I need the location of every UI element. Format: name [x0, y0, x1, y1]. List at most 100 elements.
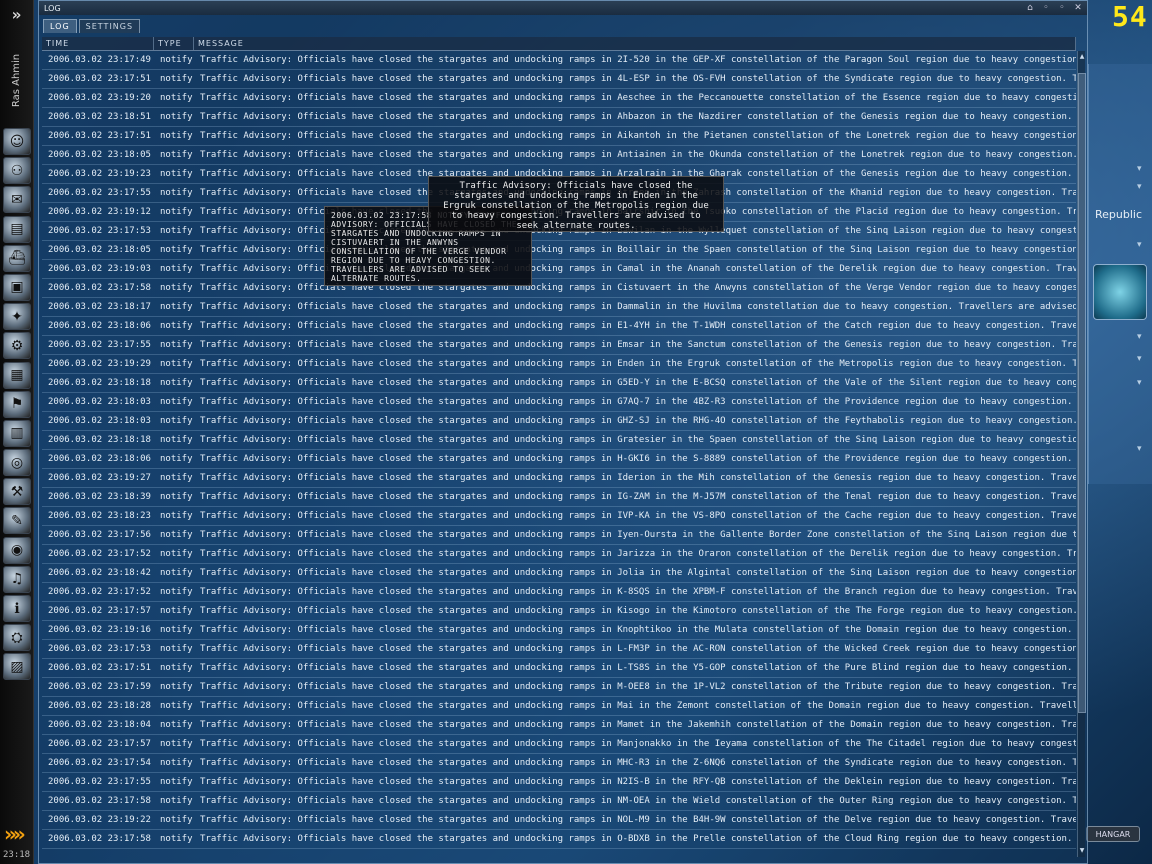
table-row[interactable]: 2006.03.02 23:18:05 notify Traffic Advisor… — [42, 241, 1076, 260]
chevron-down-icon[interactable]: ▾ — [1137, 182, 1142, 192]
row-message: Traffic Advisory: Officials have closed … — [200, 549, 1076, 559]
table-row[interactable]: 2006.03.02 23:18:23 notify Traffic Advisor… — [42, 507, 1076, 526]
mail-icon[interactable]: ✉ — [3, 186, 31, 214]
scrollbar-thumb[interactable] — [1078, 73, 1086, 713]
table-row[interactable]: 2006.03.02 23:17:51 notify Traffic Advisor… — [42, 659, 1076, 678]
row-type: notify — [160, 530, 193, 540]
log-window-titlebar[interactable]: LOG — [39, 1, 1087, 15]
market-icon[interactable]: ▦ — [3, 361, 31, 389]
chevron-down-icon[interactable]: ▾ — [1137, 444, 1142, 454]
table-row[interactable]: 2006.03.02 23:17:52 notify Traffic Advisor… — [42, 583, 1076, 602]
table-row[interactable]: 2006.03.02 23:18:03 notify Traffic Advisor… — [42, 412, 1076, 431]
people-places-icon[interactable]: ⚇ — [3, 157, 31, 185]
table-row[interactable]: 2006.03.02 23:19:16 notify Traffic Advisor… — [42, 621, 1076, 640]
character-sheet-icon[interactable]: ☺ — [3, 128, 31, 155]
tab-settings[interactable]: SETTINGS — [78, 19, 141, 33]
chevron-down-icon[interactable]: ▾ — [1137, 332, 1142, 342]
map-icon[interactable]: ✦ — [3, 303, 31, 331]
table-row[interactable]: 2006.03.02 23:17:58 notify Traffic Advisor… — [42, 279, 1076, 298]
cargo-icon[interactable]: ▨ — [3, 653, 31, 681]
fitting-icon[interactable]: ⚒ — [3, 478, 31, 506]
chevron-down-icon[interactable]: ▾ — [1137, 240, 1142, 250]
row-time: 2006.03.02 23:17:57 — [48, 606, 151, 616]
minimize-icon[interactable]: ◦ — [1039, 1, 1053, 14]
table-row[interactable]: 2006.03.02 23:18:18 notify Traffic Advisor… — [42, 431, 1076, 450]
character-name-panel[interactable]: Ras Ahmin — [2, 32, 32, 128]
row-message: Traffic Advisory: Officials have closed … — [200, 74, 1076, 84]
corporation-icon[interactable]: ⚑ — [3, 390, 31, 418]
information-icon[interactable]: ℹ — [3, 595, 31, 622]
column-header-type[interactable]: TYPE — [154, 37, 194, 50]
row-type: notify — [160, 625, 193, 635]
table-row[interactable]: 2006.03.02 23:17:53 notify Traffic Advisor… — [42, 640, 1076, 659]
table-row[interactable]: 2006.03.02 23:17:52 notify Traffic Advisor… — [42, 545, 1076, 564]
chevron-down-icon[interactable]: ▾ — [1137, 354, 1142, 364]
table-row[interactable]: 2006.03.02 23:18:06 notify Traffic Advisor… — [42, 450, 1076, 469]
faction-emblem-icon[interactable] — [1093, 264, 1147, 320]
table-row[interactable]: 2006.03.02 23:17:49 notify Traffic Advisor… — [42, 51, 1076, 70]
close-icon[interactable]: ✕ — [1071, 1, 1085, 14]
table-row[interactable]: 2006.03.02 23:17:54 notify Traffic Advisor… — [42, 754, 1076, 773]
table-row[interactable]: 2006.03.02 23:17:59 notify Traffic Advisor… — [42, 678, 1076, 697]
row-type: notify — [160, 758, 193, 768]
table-row[interactable]: 2006.03.02 23:17:57 notify Traffic Advisor… — [42, 735, 1076, 754]
table-row[interactable]: 2006.03.02 23:19:20 notify Traffic Advisor… — [42, 89, 1076, 108]
row-time: 2006.03.02 23:19:23 — [48, 169, 151, 179]
row-type: notify — [160, 378, 193, 388]
scroll-up-icon[interactable]: ▲ — [1078, 53, 1086, 61]
table-row[interactable]: 2006.03.02 23:17:58 notify Traffic Advisor… — [42, 830, 1076, 849]
table-row[interactable]: 2006.03.02 23:17:51 notify Traffic Advisor… — [42, 70, 1076, 89]
row-time: 2006.03.02 23:19:12 — [48, 207, 151, 217]
pin-icon[interactable]: ⌂ — [1023, 1, 1037, 14]
log-scrollbar[interactable]: ▲ ▼ — [1077, 51, 1086, 857]
row-type: notify — [160, 435, 193, 445]
fps-counter: 54 — [1112, 0, 1148, 33]
more-options-icon[interactable]: »» — [4, 822, 26, 846]
table-row[interactable]: 2006.03.02 23:18:03 notify Traffic Advisor… — [42, 393, 1076, 412]
ships-icon[interactable]: ⛴ — [3, 244, 31, 272]
table-row[interactable]: 2006.03.02 23:18:51 notify Traffic Advisor… — [42, 108, 1076, 127]
table-row[interactable]: 2006.03.02 23:18:04 notify Traffic Advisor… — [42, 716, 1076, 735]
chevron-down-icon[interactable]: ▾ — [1137, 164, 1142, 174]
wallet-icon[interactable]: ▥ — [3, 419, 31, 447]
chevron-down-icon[interactable]: ▾ — [1137, 378, 1142, 388]
table-row[interactable]: 2006.03.02 23:18:42 notify Traffic Advisor… — [42, 564, 1076, 583]
notepad-icon[interactable]: ▤ — [3, 215, 31, 243]
science-industry-icon[interactable]: ⚙ — [3, 332, 31, 360]
scroll-down-icon[interactable]: ▼ — [1078, 847, 1086, 855]
drones-icon[interactable]: ⛭ — [3, 624, 31, 652]
table-row[interactable]: 2006.03.02 23:17:51 notify Traffic Advisor… — [42, 127, 1076, 146]
table-row[interactable]: 2006.03.02 23:19:27 notify Traffic Advisor… — [42, 469, 1076, 488]
row-message: Traffic Advisory: Officials have closed … — [200, 511, 1076, 521]
audio-icon[interactable]: ♫ — [3, 565, 31, 593]
table-row[interactable]: 2006.03.02 23:17:57 notify Traffic Advisor… — [42, 602, 1076, 621]
row-message: Traffic Advisory: Officials have closed … — [200, 131, 1076, 141]
assets-icon[interactable]: ▣ — [3, 273, 31, 301]
table-row[interactable]: 2006.03.02 23:18:18 notify Traffic Advisor… — [42, 374, 1076, 393]
table-row[interactable]: 2006.03.02 23:18:28 notify Traffic Advisor… — [42, 697, 1076, 716]
journal-icon[interactable]: ✎ — [3, 507, 31, 535]
row-type: notify — [160, 226, 193, 236]
table-row[interactable]: 2006.03.02 23:18:17 notify Traffic Advisor… — [42, 298, 1076, 317]
table-row[interactable]: 2006.03.02 23:17:55 notify Traffic Advisor… — [42, 773, 1076, 792]
hangar-button[interactable]: HANGAR — [1086, 826, 1140, 842]
table-row[interactable]: 2006.03.02 23:18:06 notify Traffic Advisor… — [42, 317, 1076, 336]
table-row[interactable]: 2006.03.02 23:19:03 notify Traffic Advisor… — [42, 260, 1076, 279]
expand-sidebar-icon[interactable]: » — [0, 0, 33, 28]
table-header: TIME TYPE MESSAGE — [42, 37, 1076, 51]
tab-log[interactable]: LOG — [43, 19, 77, 33]
table-row[interactable]: 2006.03.02 23:18:39 notify Traffic Advisor… — [42, 488, 1076, 507]
table-row[interactable]: 2006.03.02 23:18:05 notify Traffic Advisor… — [42, 146, 1076, 165]
table-row[interactable]: 2006.03.02 23:17:58 notify Traffic Advisor… — [42, 792, 1076, 811]
row-type: notify — [160, 701, 193, 711]
table-row[interactable]: 2006.03.02 23:17:55 notify Traffic Advisor… — [42, 336, 1076, 355]
browser-icon[interactable]: ◉ — [3, 536, 31, 564]
table-row[interactable]: 2006.03.02 23:19:29 notify Traffic Advisor… — [42, 355, 1076, 374]
table-row[interactable]: 2006.03.02 23:19:22 notify Traffic Advisor… — [42, 811, 1076, 830]
settings-icon[interactable]: ◦ — [1055, 1, 1069, 14]
column-header-time[interactable]: TIME — [42, 37, 154, 50]
column-header-message[interactable]: MESSAGE — [194, 37, 1076, 50]
table-row[interactable]: 2006.03.02 23:17:56 notify Traffic Advisor… — [42, 526, 1076, 545]
row-message: Traffic Advisory: Officials have closed … — [200, 587, 1076, 597]
help-station-icon[interactable]: ◎ — [3, 449, 31, 477]
